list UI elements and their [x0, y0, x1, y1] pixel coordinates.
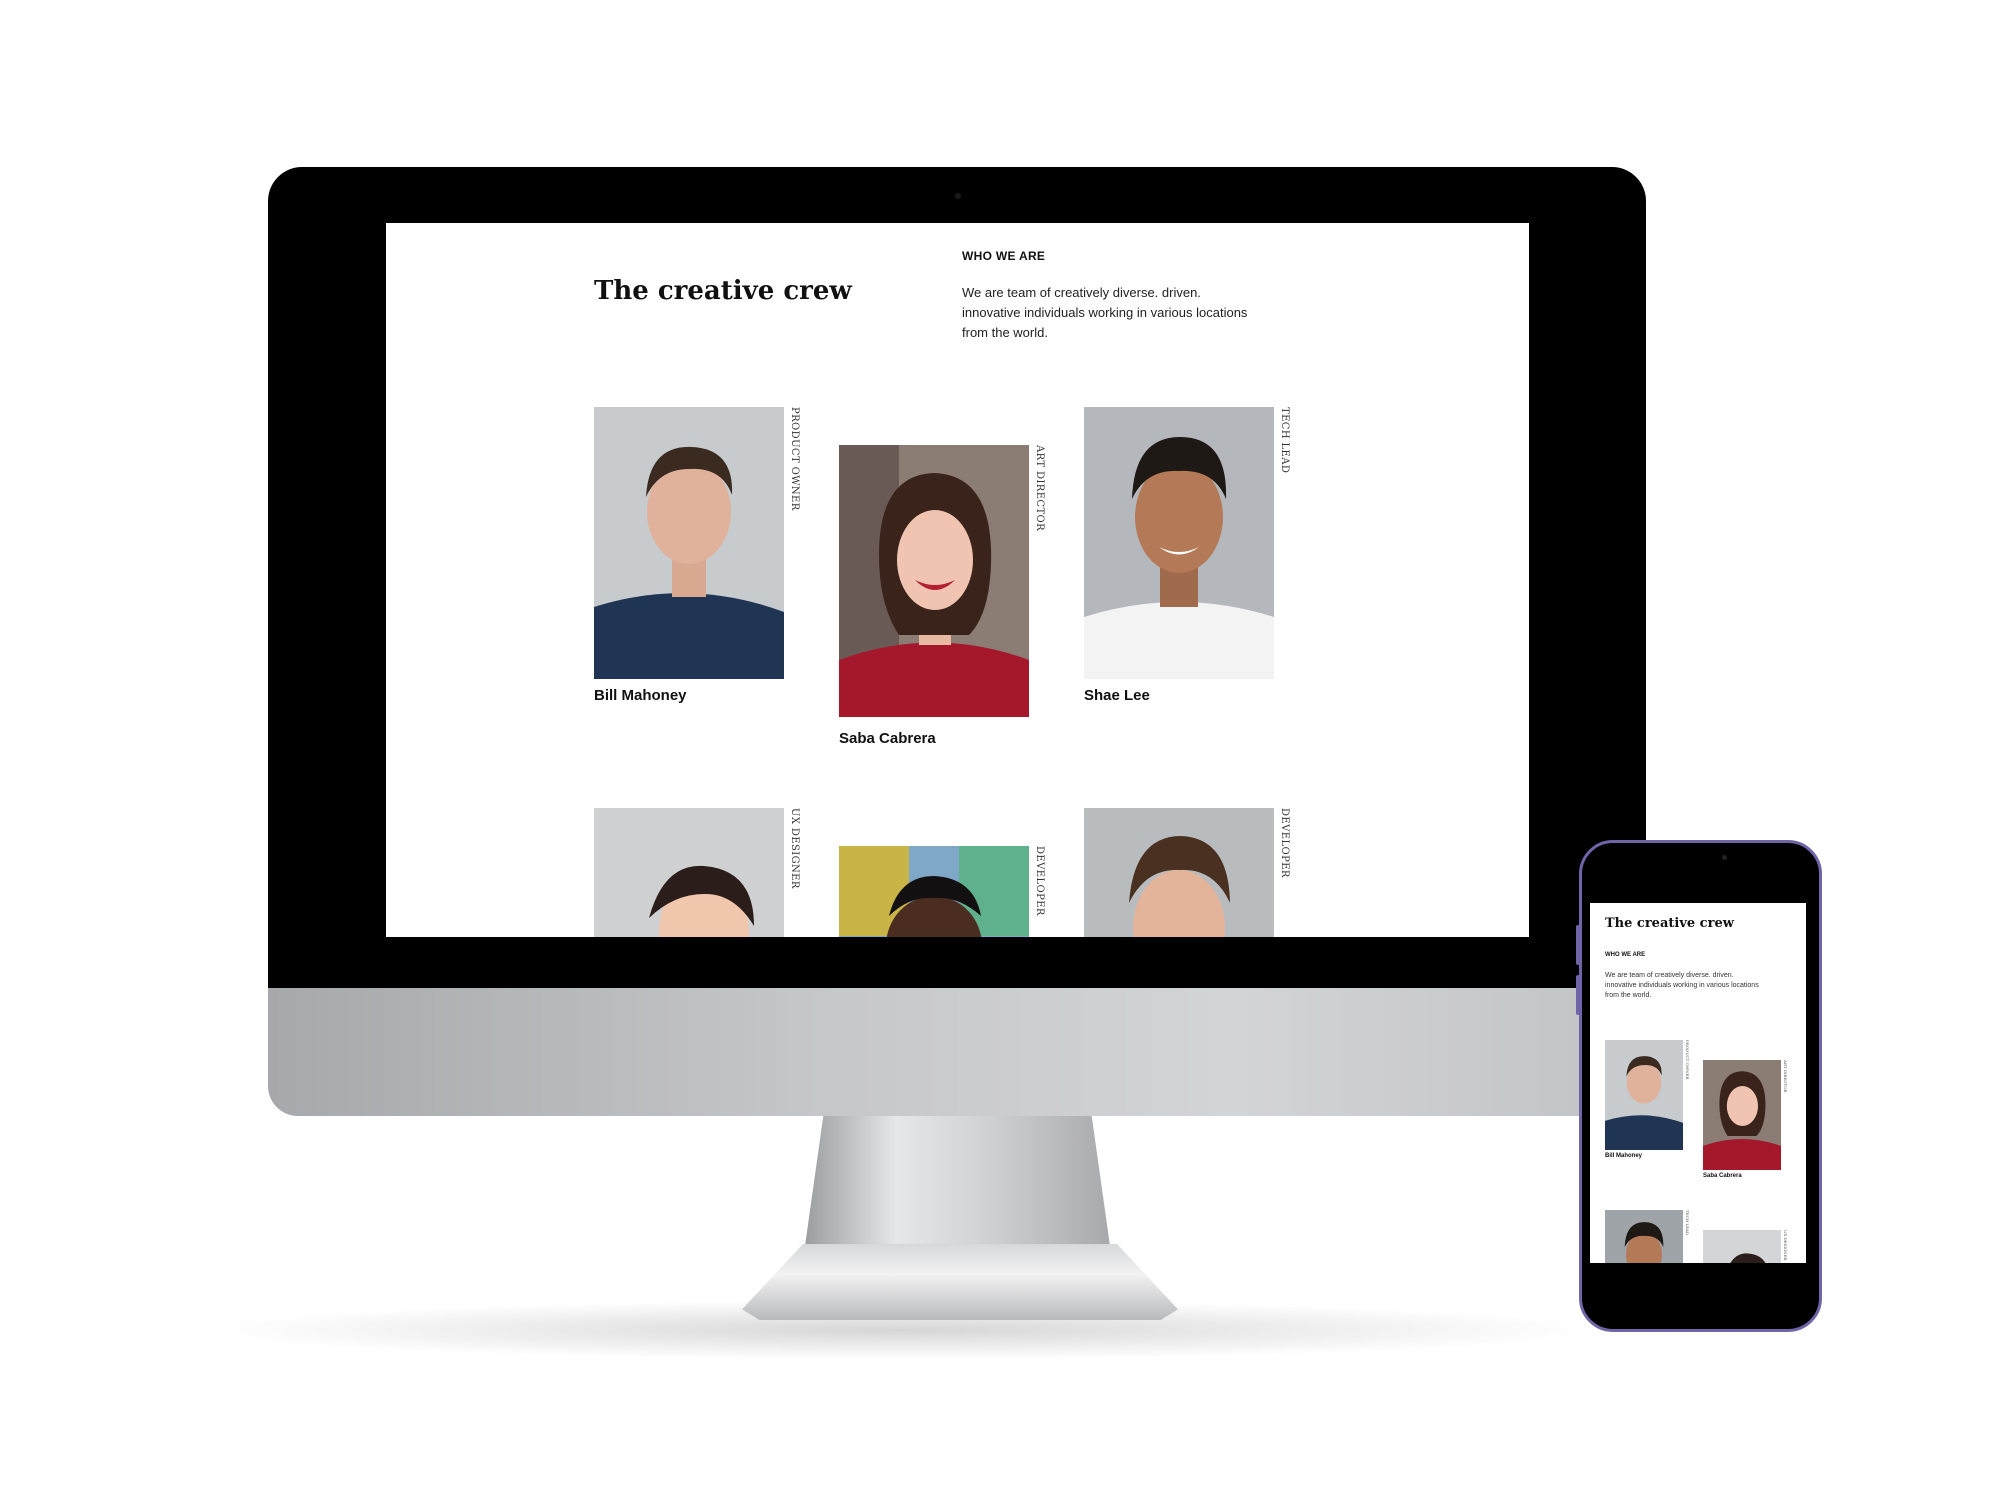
member-role: ART DIRECTOR	[1034, 445, 1045, 532]
portrait-photo	[1084, 808, 1274, 937]
desktop-screen: The creative crew WHO WE ARE We are team…	[386, 223, 1529, 937]
section-eyebrow: WHO WE ARE	[962, 249, 1046, 263]
member-role: DEVELOPER	[1279, 808, 1290, 878]
portrait-photo	[839, 846, 1029, 937]
monitor-stand-base	[742, 1244, 1178, 1320]
page-title: The creative crew	[594, 276, 852, 306]
member-role: UX DESIGNER	[1783, 1230, 1788, 1261]
member-name: Bill Mahoney	[594, 687, 687, 704]
member-name: Bill Mahoney	[1605, 1153, 1643, 1159]
member-name: Saba Cabrera	[1703, 1173, 1742, 1179]
portrait-photo	[594, 808, 784, 937]
member-role: PRODUCT OWNER	[1685, 1040, 1690, 1080]
portrait-photo	[839, 445, 1029, 717]
member-role: TECH LEAD	[1685, 1210, 1690, 1236]
monitor-chin	[268, 988, 1646, 1116]
monitor-stand-neck	[805, 1116, 1110, 1246]
portrait-photo	[1605, 1210, 1683, 1263]
member-name: Saba Cabrera	[839, 730, 936, 747]
phone-camera-icon	[1722, 855, 1727, 860]
portrait-photo	[594, 407, 784, 679]
member-role: PRODUCT OWNER	[789, 407, 800, 511]
portrait-photo	[1084, 407, 1274, 679]
mobile-section-description: We are team of creatively diverse. drive…	[1605, 972, 1759, 999]
member-role: UX DESIGNER	[789, 808, 800, 889]
member-role: TECH LEAD	[1279, 407, 1290, 474]
mobile-section-eyebrow: WHO WE ARE	[1605, 952, 1646, 958]
portrait-photo	[1703, 1060, 1781, 1170]
member-role: ART DIRECTOR	[1783, 1060, 1788, 1093]
portrait-photo	[1703, 1230, 1781, 1263]
section-description: We are team of creatively diverse. drive…	[962, 285, 1248, 340]
member-name: Shae Lee	[1084, 687, 1150, 704]
member-role: DEVELOPER	[1034, 846, 1045, 916]
portrait-photo	[1605, 1040, 1683, 1150]
camera-icon	[955, 193, 961, 199]
phone-screen: The creative crew WHO WE ARE We are team…	[1590, 903, 1806, 1263]
mobile-page-title: The creative crew	[1605, 916, 1734, 931]
